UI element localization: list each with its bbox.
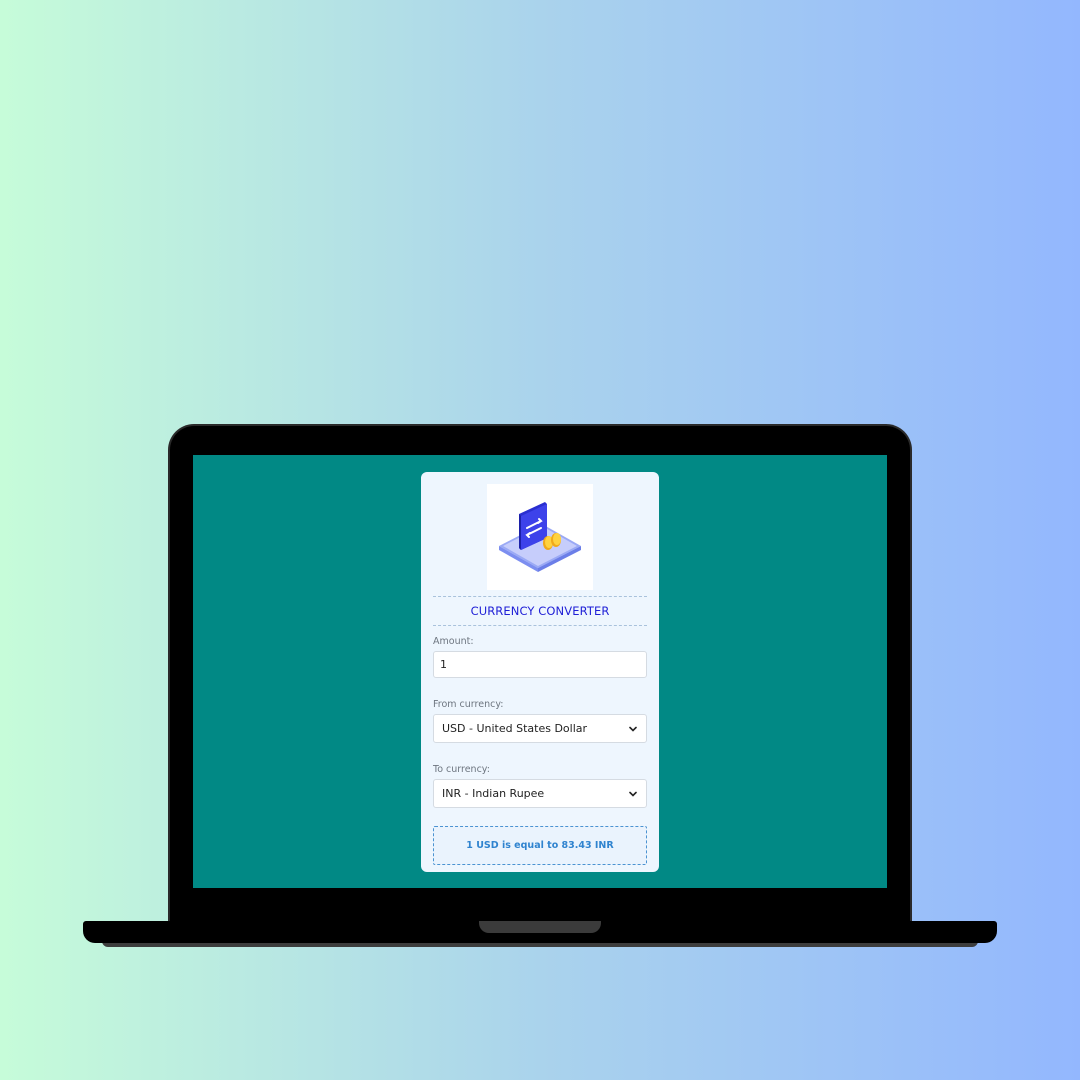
logo [487, 484, 593, 590]
conversion-result: 1 USD is equal to 83.43 INR [433, 826, 647, 865]
chevron-down-icon [629, 791, 637, 797]
to-currency-value: INR - Indian Rupee [442, 787, 545, 800]
to-currency-select[interactable]: INR - Indian Rupee [433, 779, 647, 808]
from-currency-value: USD - United States Dollar [442, 722, 588, 735]
title-bar: CURRENCY CONVERTER [433, 596, 647, 626]
from-currency-label: From currency: [433, 699, 504, 710]
result-text: 1 USD is equal to 83.43 INR [466, 840, 614, 851]
amount-input[interactable]: 1 [433, 651, 647, 678]
laptop-notch [479, 921, 601, 933]
to-currency-label: To currency: [433, 764, 490, 775]
page-title: CURRENCY CONVERTER [470, 604, 610, 618]
amount-value: 1 [440, 658, 447, 671]
chevron-down-icon [629, 726, 637, 732]
from-currency-select[interactable]: USD - United States Dollar [433, 714, 647, 743]
laptop-screen: CURRENCY CONVERTER Amount: 1 From curren… [193, 455, 887, 888]
currency-exchange-icon [499, 502, 581, 572]
amount-label: Amount: [433, 636, 474, 647]
converter-card: CURRENCY CONVERTER Amount: 1 From curren… [421, 472, 659, 872]
